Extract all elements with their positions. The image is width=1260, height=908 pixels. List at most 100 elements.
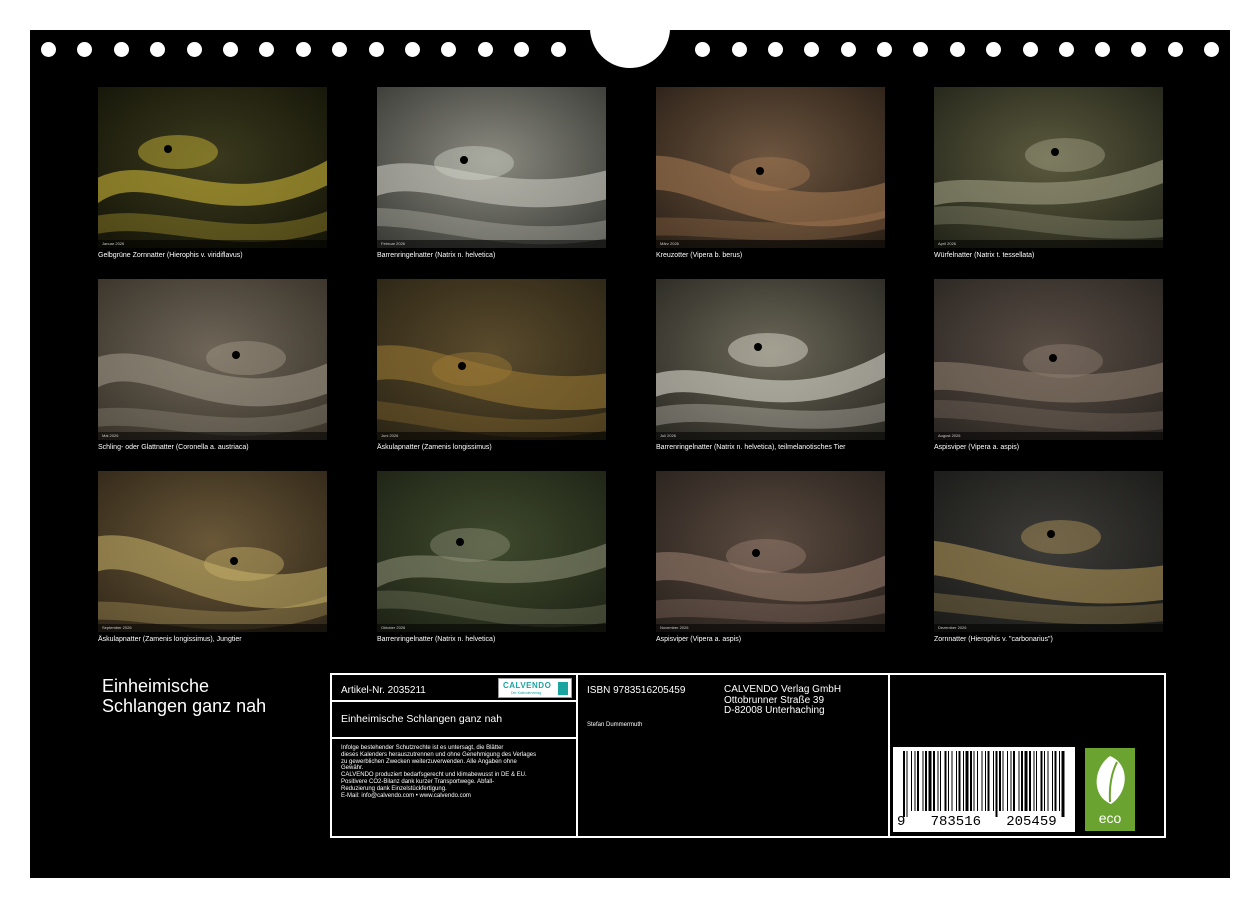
calendar-photo: April 2026 <box>934 87 1163 248</box>
binding-hole <box>77 42 92 57</box>
month-strip: Juli 2026 <box>656 432 885 440</box>
barcode-bar <box>1021 751 1023 811</box>
snake-photo-image <box>98 471 327 632</box>
binding-hole <box>1095 42 1110 57</box>
barcode-bar <box>1013 751 1015 811</box>
barcode-bar <box>956 751 957 811</box>
photo-caption: Barrenringelnatter (Natrix n. helvetica)… <box>656 444 846 451</box>
barcode-bar <box>903 751 905 817</box>
barcode-bar <box>993 751 994 811</box>
barcode-bar <box>965 751 969 811</box>
calendar-photo: August 2026 <box>934 279 1163 440</box>
month-strip: Mai 2026 <box>98 432 327 440</box>
photo-caption: Barrenringelnatter (Natrix n. helvetica) <box>377 252 496 259</box>
month-label: Oktober 2026 <box>381 625 406 630</box>
photo-caption: Barrenringelnatter (Natrix n. helvetica) <box>377 636 496 643</box>
month-label: Mai 2026 <box>102 433 119 438</box>
month-strip: November 2026 <box>656 624 885 632</box>
isbn: ISBN 9783516205459 <box>587 685 686 696</box>
barcode-bar <box>933 751 935 811</box>
barcode-bar <box>928 751 932 811</box>
month-label: April 2026 <box>938 241 957 246</box>
barcode-bar <box>1054 751 1057 811</box>
binding-hole <box>187 42 202 57</box>
isbn-barcode: 9 783516 205459 <box>893 747 1075 832</box>
barcode-bar <box>1047 751 1049 811</box>
barcode-bar <box>1061 751 1065 817</box>
binding-hole <box>150 42 165 57</box>
binding-hole <box>514 42 529 57</box>
product-title: Einheimische Schlangen ganz nah <box>341 713 503 725</box>
calendar-title: Einheimische Schlangen ganz nah <box>102 676 266 716</box>
barcode-bar <box>914 751 916 811</box>
binding-hole <box>1168 42 1183 57</box>
binding-hole <box>296 42 311 57</box>
calendar-photo: Dezember 2026 <box>934 471 1163 632</box>
photo-caption: Äskulapnatter (Zamenis longissimus) <box>377 444 492 451</box>
photo-caption: Zornnatter (Hierophis v. "carbonarius") <box>934 636 1053 643</box>
month-strip: Februar 2026 <box>377 240 606 248</box>
product-info-box: Artikel-Nr. 2035211 CALVENDO Der Kalende… <box>330 673 1166 838</box>
calendar-photo: September 2026 <box>98 471 327 632</box>
barcode-bar <box>987 751 990 811</box>
photo-caption: Aspisviper (Vipera a. aspis) <box>934 444 1020 451</box>
binding-hole <box>478 42 493 57</box>
barcode-bar <box>1024 751 1028 811</box>
publisher-address: CALVENDO Verlag GmbH Ottobrunner Straße 3… <box>724 684 841 717</box>
barcode-bar <box>917 751 919 811</box>
calendar-title-line1: Einheimische <box>102 676 210 696</box>
legal-line: Reduzierung dank Einzelstückfertigung. <box>341 785 447 792</box>
barcode-bar <box>970 751 972 811</box>
photo-caption: Gelbgrüne Zornnatter (Hierophis v. virid… <box>98 252 243 259</box>
binding-hole <box>41 42 56 57</box>
article-number: Artikel-Nr. 2035211 <box>341 685 426 696</box>
info-divider <box>332 700 576 702</box>
calendar-title-line2: Schlangen ganz nah <box>102 696 267 716</box>
month-strip: Oktober 2026 <box>377 624 606 632</box>
barcode-bar <box>922 751 924 811</box>
snake-photo-image <box>656 87 885 248</box>
month-strip: September 2026 <box>98 624 327 632</box>
binding-hole <box>986 42 1001 57</box>
calvendo-logo-text: CALVENDO <box>503 681 552 690</box>
barcode-bar <box>1059 751 1060 811</box>
legal-line: Positivere CO2-Bilanz dank kurzer Transp… <box>341 778 495 785</box>
eco-badge: eco <box>1085 748 1135 831</box>
barcode-bar <box>1044 751 1045 811</box>
author-name: Stefan Dummermuth <box>587 722 643 728</box>
snake-photo-image <box>656 279 885 440</box>
barcode-bar <box>948 751 949 811</box>
barcode-bar <box>973 751 975 811</box>
calendar-photo: Juni 2026 <box>377 279 606 440</box>
eco-label: eco <box>1098 810 1122 826</box>
barcode-bar <box>911 751 912 811</box>
barcode-bar <box>977 751 978 811</box>
binding-hole <box>551 42 566 57</box>
photo-caption: Würfelnatter (Natrix t. tessellata) <box>934 252 1035 259</box>
legal-line: Infolge bestehender Schutzrechte ist es … <box>341 745 504 751</box>
calendar-photo: Oktober 2026 <box>377 471 606 632</box>
barcode-bar <box>963 751 964 811</box>
barcode-bar <box>906 751 908 817</box>
calvendo-tagline: Der Kalenderverlag <box>511 691 542 695</box>
snake-photo-image <box>934 471 1163 632</box>
barcode-digits: 9 783516 205459 <box>897 814 1057 830</box>
barcode-bar <box>937 751 939 811</box>
month-label: August 2026 <box>938 433 961 438</box>
barcode-bar <box>1002 751 1004 811</box>
calendar-back-page: Januar 2026 Gelbgrüne Zornnatter (Hieroph… <box>30 30 1230 878</box>
month-label: März 2026 <box>660 241 679 246</box>
barcode-bar <box>995 751 998 817</box>
month-label: Juni 2026 <box>381 433 399 438</box>
info-divider <box>888 675 890 836</box>
calendar-hanger-cutout <box>590 30 670 68</box>
barcode-bar <box>985 751 986 811</box>
binding-hole <box>441 42 456 57</box>
binding-hole <box>223 42 238 57</box>
publisher-line: D-82008 Unterhaching <box>724 705 825 716</box>
barcode-bar <box>1029 751 1031 811</box>
barcode-bar <box>1018 751 1020 811</box>
calendar-photo: November 2026 <box>656 471 885 632</box>
snake-photo-image <box>377 471 606 632</box>
legal-line: E-Mail: info@calvendo.com • www.calvendo… <box>341 792 471 799</box>
